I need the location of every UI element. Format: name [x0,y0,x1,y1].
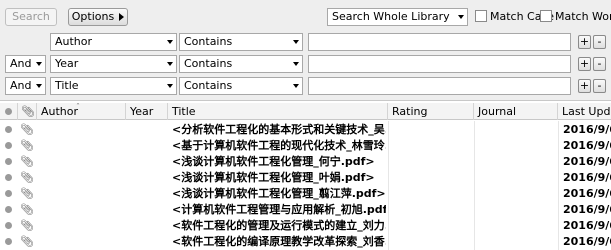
read-status-icon [5,126,12,133]
chevron-down-icon [167,62,173,66]
chevron-down-icon [36,84,42,88]
table-row[interactable]: 📎︎ <浅谈计算机软件工程化管理_何宁.pdf> 2016/9/6 [0,154,611,169]
paperclip-icon: 📎︎ [20,171,34,184]
paperclip-icon: 📎︎ [20,187,34,200]
checkbox-box[interactable] [540,10,552,22]
add-condition-button[interactable]: + [578,35,591,49]
row-title: <软件工程化的管理及运行模式的建立_刘力.p... [172,219,386,232]
match-words-checkbox[interactable]: Match Words [540,9,611,25]
options-label: Options [71,10,115,23]
row-last-updated: 2016/9/6 [563,235,611,248]
field-value: Title [55,79,79,92]
chevron-down-icon [167,84,173,88]
search-button[interactable]: Search [5,8,57,26]
read-status-icon [5,190,12,197]
row-title: <基于计算机软件工程的现代化技术_林雪玲.p... [172,139,386,152]
read-status-icon [5,222,12,229]
paperclip-icon: 📎︎ [20,123,34,136]
options-button[interactable]: Options [68,8,128,26]
chevron-down-icon [36,62,42,66]
operator-value: Contains [184,57,233,70]
chevron-down-icon [458,15,464,19]
reference-list: 📎︎ <分析软件工程化的基本形式和关键技术_吴... 2016/9/6 📎︎ <… [0,121,611,250]
row-last-updated: 2016/9/6 [563,203,611,216]
search-scope-select[interactable]: Search Whole Library [327,8,468,26]
table-row[interactable]: 📎︎ <浅谈计算机软件工程化管理_叶娟.pdf> 2016/9/6 [0,170,611,185]
add-condition-button[interactable]: + [578,79,591,93]
read-status-icon [5,206,12,213]
table-row[interactable]: 📎︎ <软件工程化的管理及运行模式的建立_刘力.p... 2016/9/6 [0,218,611,233]
paperclip-icon: 📎︎ [20,139,34,152]
row-last-updated: 2016/9/6 [563,155,611,168]
field-select-1[interactable]: Author [50,33,177,51]
operator-value: Contains [184,79,233,92]
reference-table-header: 📎︎ Author ˄ Year Title Rating Journal Las… [0,103,611,120]
column-journal[interactable]: Journal [474,103,558,120]
operator-value: Contains [184,35,233,48]
condition-value-input-2[interactable] [308,55,571,73]
paperclip-icon: 📎︎ [20,235,34,248]
row-title: <浅谈计算机软件工程化管理_何宁.pdf> [172,155,375,168]
chevron-down-icon [293,62,299,66]
operator-select-1[interactable]: Contains [179,33,303,51]
read-status-icon [5,158,12,165]
column-rating[interactable]: Rating [388,103,474,120]
read-status-icon [5,238,12,245]
table-row[interactable]: 📎︎ <浅谈计算机软件工程化管理_翦江萍.pdf> 2016/9/6 [0,186,611,201]
paperclip-icon: 📎︎ [20,203,34,216]
table-row[interactable]: 📎︎ <计算机软件工程管理与应用解析_初旭.pdf> 2016/9/6 [0,202,611,217]
paperclip-icon: 📎︎ [20,219,34,232]
row-last-updated: 2016/9/6 [563,171,611,184]
row-last-updated: 2016/9/6 [563,123,611,136]
field-value: Author [55,35,93,48]
chevron-down-icon [293,40,299,44]
column-author-label: Author [41,105,79,118]
match-words-label: Match Words [555,10,611,23]
condition-value-input-3[interactable] [308,77,571,95]
read-status-icon [5,108,12,115]
condition-value-input-1[interactable] [308,33,571,51]
paperclip-icon: 📎︎ [21,105,35,118]
join-select-3[interactable]: And [5,77,46,95]
sort-ascending-icon: ˄ [76,103,80,111]
read-status-icon [5,142,12,149]
column-author[interactable]: Author ˄ [37,103,126,120]
remove-condition-button[interactable]: - [593,35,606,49]
remove-condition-button[interactable]: - [593,57,606,71]
add-condition-button[interactable]: + [578,57,591,71]
remove-condition-button[interactable]: - [593,79,606,93]
operator-select-2[interactable]: Contains [179,55,303,73]
row-last-updated: 2016/9/6 [563,219,611,232]
row-last-updated: 2016/9/6 [563,187,611,200]
join-value: And [10,57,32,70]
operator-select-3[interactable]: Contains [179,77,303,95]
row-title: <计算机软件工程管理与应用解析_初旭.pdf> [172,203,386,216]
chevron-down-icon [167,40,173,44]
search-scope-value: Search Whole Library [332,10,450,23]
search-panel: Search Options Search Whole Library Matc… [0,0,611,101]
row-title: <浅谈计算机软件工程化管理_翦江萍.pdf> [172,187,386,200]
field-value: Year [55,57,79,70]
attachment-column[interactable]: 📎︎ [18,103,37,120]
row-last-updated: 2016/9/6 [563,139,611,152]
chevron-down-icon [293,84,299,88]
row-title: <软件工程化的编译原理教学改革探索_刘香... [172,235,386,248]
play-arrow-icon [119,13,125,21]
column-last-updated[interactable]: Last Update [558,103,611,120]
read-status-icon [5,174,12,181]
row-title: <浅谈计算机软件工程化管理_叶娟.pdf> [172,171,375,184]
column-year[interactable]: Year [126,103,168,120]
row-title: <分析软件工程化的基本形式和关键技术_吴... [172,123,386,136]
read-status-column[interactable] [0,103,18,120]
checkbox-box[interactable] [475,10,487,22]
paperclip-icon: 📎︎ [20,155,34,168]
table-row[interactable]: 📎︎ <分析软件工程化的基本形式和关键技术_吴... 2016/9/6 [0,122,611,137]
table-row[interactable]: 📎︎ <基于计算机软件工程的现代化技术_林雪玲.p... 2016/9/6 [0,138,611,153]
join-select-2[interactable]: And [5,55,46,73]
field-select-3[interactable]: Title [50,77,177,95]
column-title[interactable]: Title [168,103,388,120]
table-row[interactable]: 📎︎ <软件工程化的编译原理教学改革探索_刘香... 2016/9/6 [0,234,611,249]
join-value: And [10,79,32,92]
field-select-2[interactable]: Year [50,55,177,73]
